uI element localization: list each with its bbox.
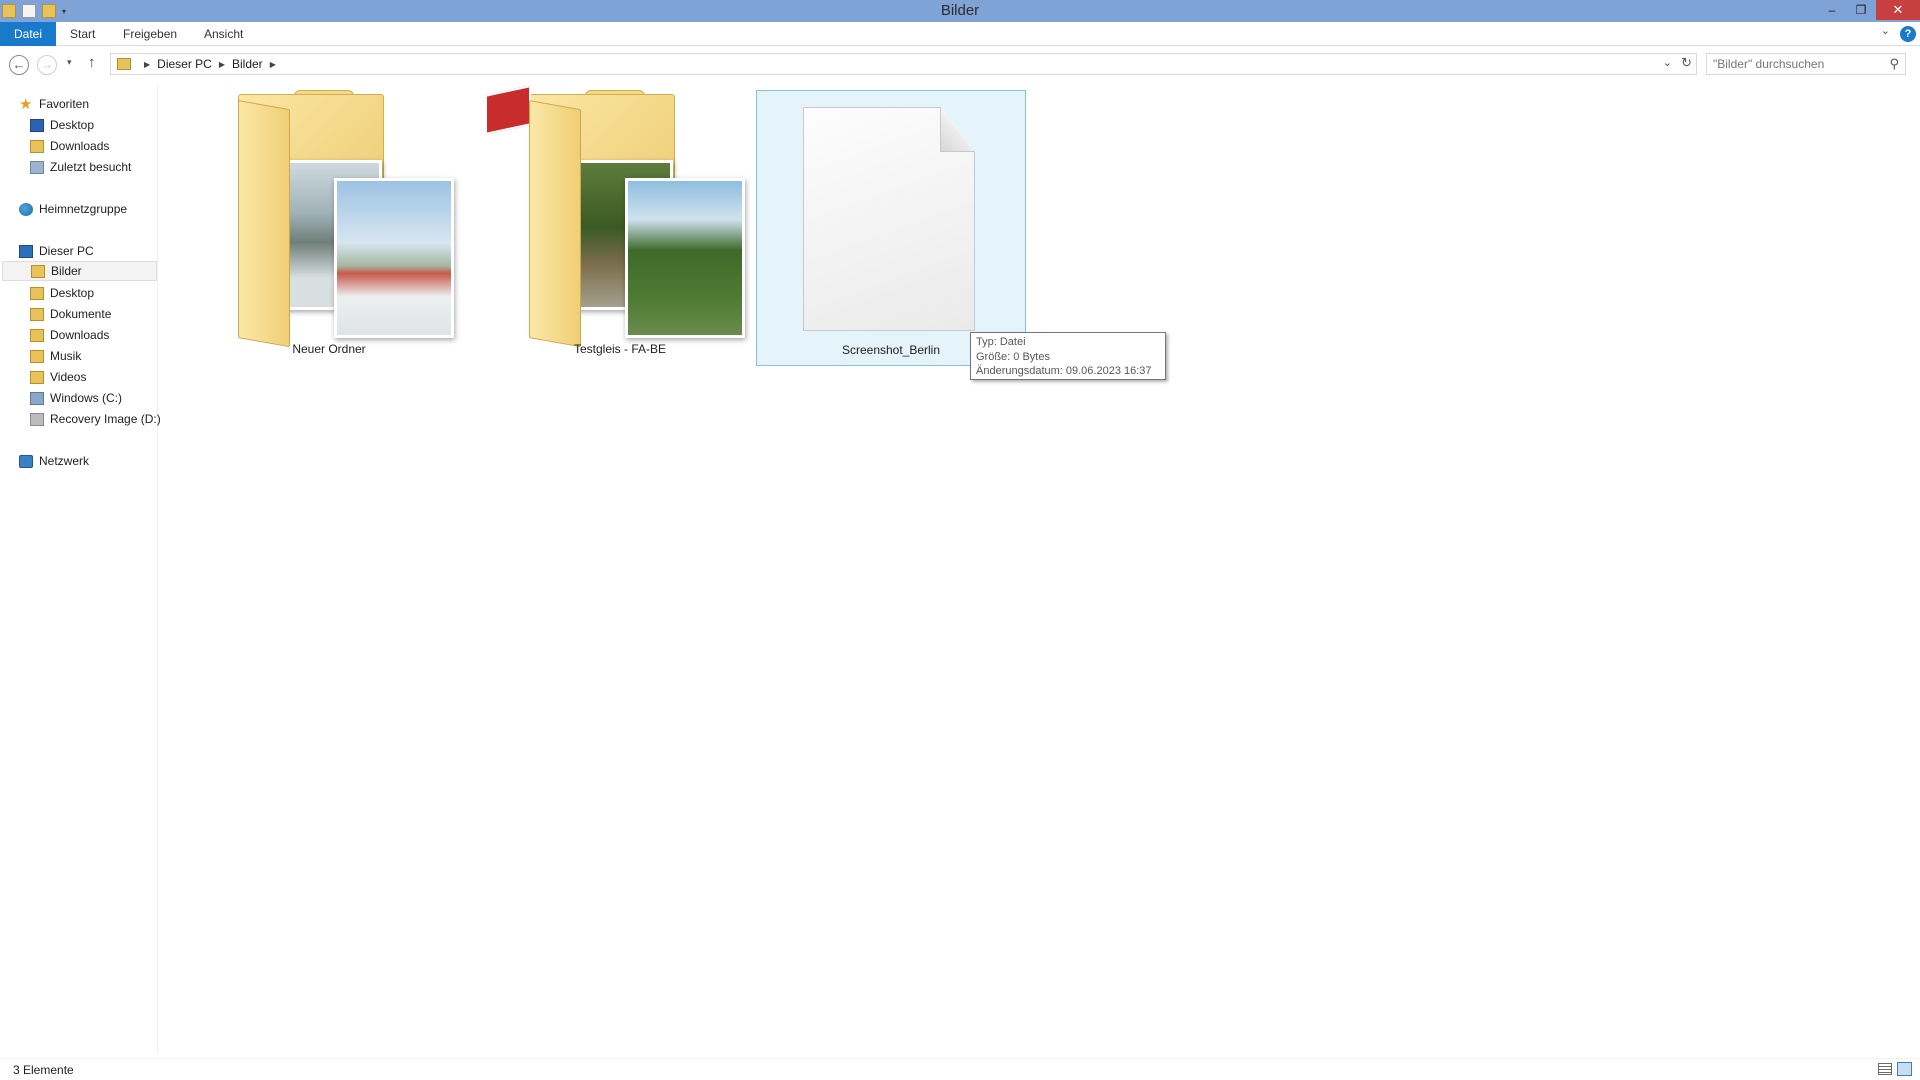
videos-folder-icon (30, 370, 44, 384)
tab-datei[interactable]: Datei (0, 22, 57, 46)
star-icon: ★ (19, 96, 33, 113)
search-input[interactable] (1713, 54, 1883, 74)
sidebar-item-label: Zuletzt besucht (50, 160, 132, 174)
sidebar-item-label: Desktop (50, 118, 95, 132)
search-icon[interactable]: ⚲ (1889, 56, 1899, 72)
sidebar-item-label: Windows (C:) (50, 391, 123, 405)
desktop-folder-icon (30, 286, 44, 300)
sidebar-item-label: Heimnetzgruppe (39, 202, 128, 216)
large-icons-view-icon[interactable] (1897, 1062, 1912, 1076)
forward-arrow-icon[interactable]: → (37, 55, 57, 75)
ribbon-tabs: Datei Start Freigeben Ansicht ⌄ ? (0, 22, 1920, 46)
details-view-icon[interactable] (1878, 1063, 1892, 1075)
pictures-folder-icon (31, 264, 45, 278)
maximize-button[interactable]: ❐ (1846, 0, 1876, 20)
file-item-screenshot-berlin[interactable]: Screenshot_Berlin (756, 90, 1026, 366)
file-item-label: Testgleis - FA-BE (573, 342, 667, 356)
sidebar-item-desktop[interactable]: Desktop (30, 115, 94, 135)
sidebar-item-videos[interactable]: Videos (30, 367, 86, 387)
refresh-icon[interactable]: ↻ (1681, 55, 1692, 71)
sidebar-item-label: Downloads (50, 139, 110, 153)
sidebar-item-recent[interactable]: Zuletzt besucht (30, 157, 131, 177)
folder-with-photos-icon (485, 85, 755, 348)
homegroup-icon (19, 202, 33, 216)
sidebar-item-label: Dieser PC (39, 244, 94, 258)
status-bar: 3 Elemente (0, 1058, 1920, 1080)
title-bar: ▾ Bilder – ❐ ✕ (0, 0, 1920, 22)
sidebar-item-label: Dokumente (50, 307, 112, 321)
sidebar-item-label: Favoriten (39, 97, 90, 111)
sidebar-item-downloads-pc[interactable]: Downloads (30, 325, 109, 345)
sidebar-item-dieser-pc[interactable]: Dieser PC (19, 241, 94, 261)
sidebar-item-downloads[interactable]: Downloads (30, 136, 109, 156)
breadcrumb-separator-icon[interactable]: ▶ (219, 60, 225, 69)
music-folder-icon (30, 349, 44, 363)
sidebar-item-dokumente[interactable]: Dokumente (30, 304, 111, 324)
downloads-folder-icon (30, 328, 44, 342)
file-item-neuer-ordner[interactable]: Neuer Ordner (194, 90, 464, 366)
pictures-folder-icon (117, 58, 131, 70)
item-count: 3 Elemente (13, 1063, 74, 1077)
sidebar-item-label: Bilder (51, 264, 82, 278)
sidebar-item-label: Musik (50, 349, 82, 363)
help-icon[interactable]: ? (1900, 26, 1916, 42)
sidebar-item-label: Recovery Image (D:) (50, 412, 161, 426)
sidebar-item-label: Netzwerk (39, 454, 90, 468)
back-arrow-icon[interactable]: ← (9, 55, 29, 75)
address-dropdown-icon[interactable]: ⌄ (1663, 56, 1672, 69)
breadcrumb-separator-icon[interactable]: ▶ (270, 60, 276, 69)
breadcrumb: ▶ Dieser PC ▶ Bilder ▶ (117, 57, 283, 71)
recent-locations-chevron-icon[interactable]: ▾ (67, 57, 72, 68)
recent-places-icon (30, 160, 44, 174)
sidebar-item-label: Videos (50, 370, 87, 384)
expand-ribbon-icon[interactable]: ⌄ (1881, 24, 1890, 37)
sidebar-item-recovery-d[interactable]: Recovery Image (D:) (30, 409, 161, 429)
network-icon (19, 454, 33, 468)
sidebar-item-netzwerk[interactable]: Netzwerk (19, 451, 89, 471)
navigation-pane: ★ Favoriten Desktop Downloads Zuletzt be… (0, 84, 161, 1054)
close-button[interactable]: ✕ (1876, 0, 1920, 20)
sidebar-item-label: Downloads (50, 328, 110, 342)
address-bar[interactable]: ▶ Dieser PC ▶ Bilder ▶ ⌄ ↻ (110, 53, 1697, 75)
minimize-button[interactable]: – (1817, 0, 1847, 20)
this-pc-icon (19, 244, 33, 258)
sidebar-item-label: Desktop (50, 286, 95, 300)
window-title: Bilder (940, 2, 980, 19)
file-item-label: Neuer Ordner (292, 342, 366, 356)
tab-freigeben[interactable]: Freigeben (109, 22, 191, 46)
breadcrumb-dieser-pc[interactable]: Dieser PC (157, 57, 212, 71)
sidebar-item-musik[interactable]: Musik (30, 346, 81, 366)
tab-ansicht[interactable]: Ansicht (190, 22, 257, 46)
documents-folder-icon (30, 307, 44, 321)
sidebar-item-windows-c[interactable]: Windows (C:) (30, 388, 122, 408)
file-info-tooltip: Typ: Datei Größe: 0 Bytes Änderungsdatum… (970, 332, 1166, 380)
tooltip-modified: Änderungsdatum: 09.06.2023 16:37 (976, 365, 1152, 377)
sidebar-item-favoriten[interactable]: ★ Favoriten (19, 94, 89, 114)
sidebar-item-desktop-pc[interactable]: Desktop (30, 283, 94, 303)
breadcrumb-separator-icon[interactable]: ▶ (144, 60, 150, 69)
tooltip-type: Typ: Datei (976, 336, 1026, 348)
search-box[interactable]: ⚲ (1706, 53, 1906, 75)
tab-start[interactable]: Start (56, 22, 109, 46)
tooltip-size: Größe: 0 Bytes (976, 350, 1050, 363)
up-arrow-icon[interactable]: ↑ (88, 54, 96, 71)
navigation-bar: ← → ▾ ↑ ▶ Dieser PC ▶ Bilder ▶ ⌄ ↻ ⚲ (0, 47, 1920, 81)
file-item-testgleis[interactable]: Testgleis - FA-BE (485, 85, 755, 366)
desktop-icon (30, 118, 44, 132)
breadcrumb-bilder[interactable]: Bilder (232, 57, 263, 71)
downloads-folder-icon (30, 139, 44, 153)
file-view[interactable]: Neuer Ordner Testgleis - FA-BE Screensho… (160, 84, 1920, 1054)
disk-drive-icon (30, 412, 44, 426)
sidebar-item-homegroup[interactable]: Heimnetzgruppe (19, 199, 127, 219)
sidebar-item-bilder[interactable]: Bilder (2, 261, 157, 281)
windows-drive-icon (30, 391, 44, 405)
